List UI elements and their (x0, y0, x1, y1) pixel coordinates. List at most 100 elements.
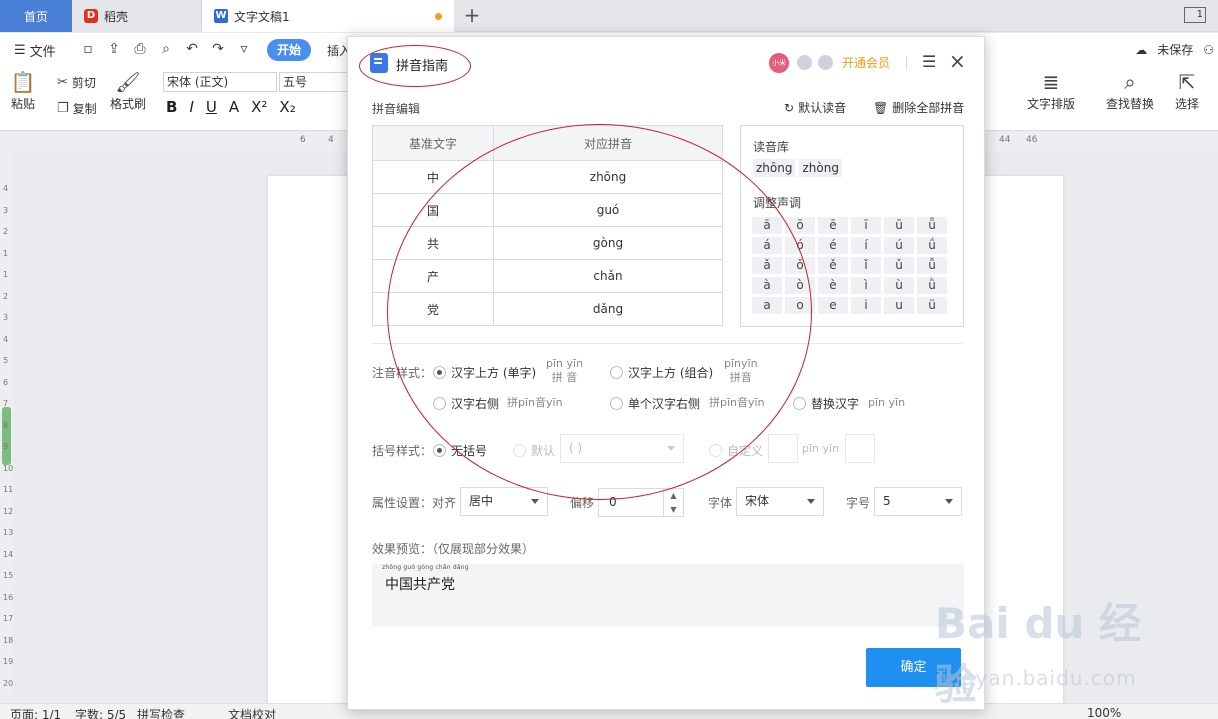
tone-key[interactable]: ī (851, 217, 881, 234)
tone-key[interactable]: ì (851, 277, 881, 294)
underline-button[interactable]: U (206, 98, 217, 116)
pinyin-cell[interactable]: chǎn (493, 259, 723, 293)
style-replace-radio[interactable]: 替换汉字 (793, 395, 859, 412)
redo-icon[interactable]: ↷ (210, 41, 226, 57)
default-reading-button[interactable]: ↻ 默认读音 (784, 99, 846, 116)
print-preview-icon[interactable]: ⌕ (158, 41, 174, 57)
word-count[interactable]: 字数: 5/5 (75, 706, 126, 719)
tone-key[interactable]: ē (818, 217, 848, 234)
font-name-select[interactable]: 宋体 (正文) (163, 72, 277, 92)
font-size-select[interactable]: 五号 (279, 72, 349, 92)
doc-proof-button[interactable]: 文档校对 (228, 706, 276, 719)
pinyin-cell[interactable]: guó (493, 193, 723, 227)
window-layout-icon[interactable]: 1 (1184, 7, 1206, 23)
table-row[interactable]: 国 guó (372, 193, 723, 227)
unsaved-status[interactable]: 未保存 (1157, 41, 1193, 58)
tab-home[interactable]: 首页 (0, 0, 72, 32)
increment-icon[interactable]: ▲ (663, 489, 683, 503)
tab-docer[interactable]: D 稻壳 (72, 0, 202, 32)
bracket-default-select[interactable]: ( ) (560, 434, 684, 463)
format-painter-button[interactable]: 🖌 格式刷 (110, 69, 146, 112)
pinyin-cell[interactable]: gòng (493, 226, 723, 260)
close-icon[interactable]: × (949, 49, 966, 73)
tone-key[interactable]: ō (785, 217, 815, 234)
size-select[interactable]: 5 (874, 487, 962, 516)
tone-key[interactable]: ě (818, 257, 848, 274)
tone-key[interactable]: á (752, 237, 782, 254)
tone-key[interactable]: ā (752, 217, 782, 234)
superscript-button[interactable]: X² (251, 98, 267, 116)
decrement-icon[interactable]: ▼ (663, 503, 683, 517)
bold-button[interactable]: B (166, 98, 177, 116)
tone-key[interactable]: ù (884, 277, 914, 294)
tone-key[interactable]: à (752, 277, 782, 294)
tone-key[interactable]: ǚ (917, 257, 947, 274)
undo-icon[interactable]: ↶ (184, 41, 200, 57)
paste-button[interactable]: 📋 粘贴 (10, 69, 36, 112)
reading-option[interactable]: zhōng (753, 159, 796, 177)
tab-document[interactable]: W 文字文稿1 (202, 0, 454, 32)
tone-key[interactable]: ú (884, 237, 914, 254)
tone-key[interactable]: ǜ (917, 277, 947, 294)
new-tab-button[interactable]: + (460, 4, 484, 28)
tone-key[interactable]: ǐ (851, 257, 881, 274)
more-icon[interactable]: ▿ (236, 41, 252, 57)
tone-key[interactable]: u (884, 297, 914, 314)
spell-check-button[interactable]: 拼写检查 (137, 706, 185, 719)
avatar[interactable]: 小米 (769, 53, 789, 73)
table-row[interactable]: 产 chǎn (372, 259, 723, 293)
reading-option[interactable]: zhòng (799, 159, 842, 177)
style-single-right-radio[interactable]: 单个汉字右侧 (610, 395, 700, 412)
offset-stepper[interactable]: 0 ▲ ▼ (598, 488, 684, 517)
save-icon[interactable]: ▫ (80, 41, 96, 57)
tone-key[interactable]: ǖ (917, 217, 947, 234)
tone-key[interactable]: ü (917, 297, 947, 314)
find-replace-button[interactable]: ⌕ 查找替换 (1106, 69, 1154, 112)
tone-key[interactable]: ó (785, 237, 815, 254)
tone-key[interactable]: ǔ (884, 257, 914, 274)
tone-key[interactable]: í (851, 237, 881, 254)
bracket-none-radio[interactable]: 无括号 (433, 442, 487, 459)
tone-key[interactable]: ū (884, 217, 914, 234)
export-icon[interactable]: ⇪ (106, 41, 122, 57)
select-button[interactable]: ⇱ 选择 (1174, 69, 1200, 112)
align-select[interactable]: 居中 (460, 487, 548, 516)
bracket-right-input[interactable] (845, 434, 875, 463)
bracket-left-input[interactable] (768, 434, 798, 463)
font-select[interactable]: 宋体 (736, 487, 824, 516)
delete-all-pinyin-button[interactable]: 🗑 删除全部拼音 (873, 99, 964, 116)
style-above-group-radio[interactable]: 汉字上方 (组合) (610, 364, 713, 381)
table-row[interactable]: 党 dǎng (372, 292, 723, 326)
tone-key[interactable]: è (818, 277, 848, 294)
tone-key[interactable]: ǒ (785, 257, 815, 274)
zoom-level[interactable]: 100% (1087, 706, 1121, 719)
menu-icon[interactable]: ☰ (922, 52, 936, 71)
font-color-button[interactable]: A (229, 98, 239, 116)
italic-button[interactable]: I (189, 98, 193, 116)
share-icon[interactable]: ⚇ (1203, 43, 1214, 57)
cut-button[interactable]: ✂ 剪切 (57, 74, 96, 91)
file-menu[interactable]: ☰ 文件 (14, 41, 56, 60)
bracket-custom-radio[interactable]: 自定义 (709, 442, 763, 459)
tone-key[interactable]: e (818, 297, 848, 314)
tone-key[interactable]: ò (785, 277, 815, 294)
copy-button[interactable]: ❐ 复制 (57, 100, 97, 117)
vip-link[interactable]: 开通会员 (842, 54, 890, 71)
bracket-default-radio[interactable]: 默认 (513, 442, 555, 459)
pinyin-cell[interactable]: dǎng (493, 292, 723, 326)
tab-start[interactable]: 开始 (267, 39, 311, 61)
tone-key[interactable]: o (785, 297, 815, 314)
tone-key[interactable]: é (818, 237, 848, 254)
table-row[interactable]: 共 gòng (372, 226, 723, 260)
print-icon[interactable]: ⎙ (132, 41, 148, 57)
table-row[interactable]: 中 zhōng (372, 160, 723, 194)
tone-key[interactable]: a (752, 297, 782, 314)
tone-key[interactable]: ǎ (752, 257, 782, 274)
tone-key[interactable]: ǘ (917, 237, 947, 254)
subscript-button[interactable]: X₂ (279, 98, 295, 116)
text-layout-button[interactable]: ≣ 文字排版 (1027, 69, 1075, 112)
style-right-radio[interactable]: 汉字右侧 (433, 395, 499, 412)
style-above-single-radio[interactable]: 汉字上方 (单字) (433, 364, 536, 381)
pinyin-cell[interactable]: zhōng (493, 160, 723, 194)
confirm-button[interactable]: 确定 (866, 648, 961, 687)
